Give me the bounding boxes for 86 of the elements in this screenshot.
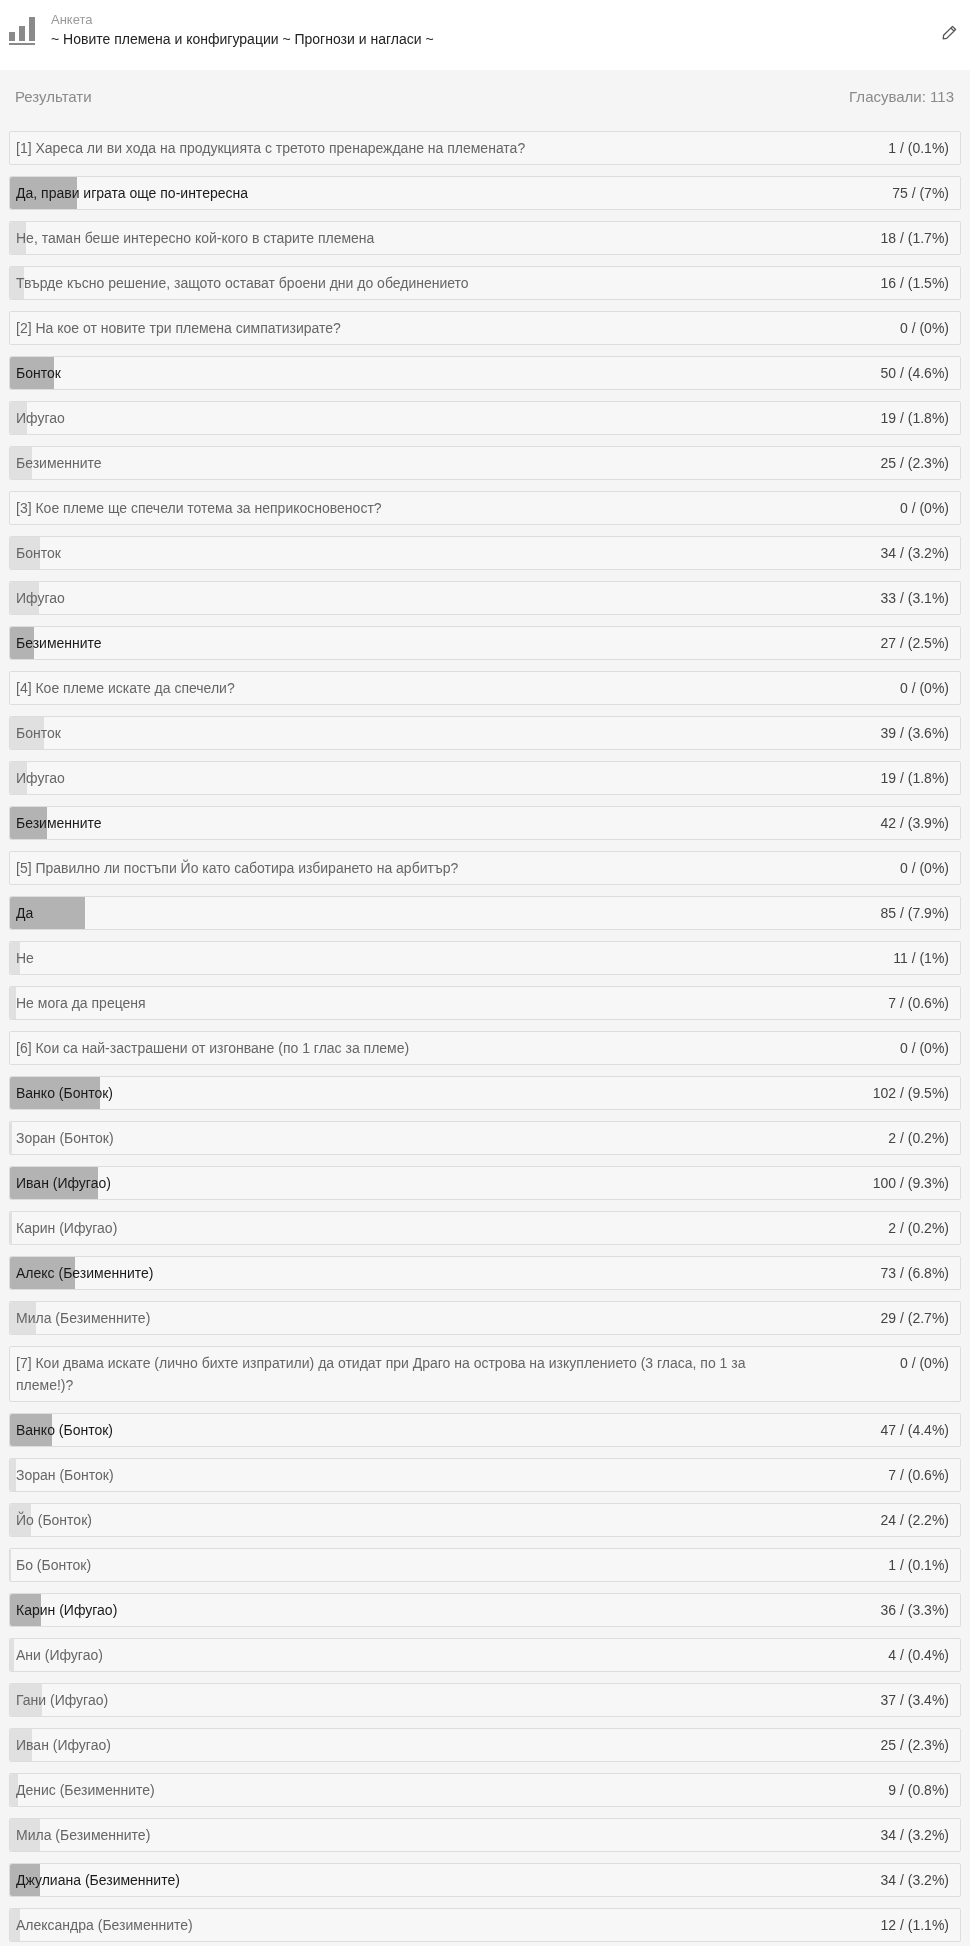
answer-label: Зоран (Бонток) [16,1466,114,1485]
answer-label: Бонток [16,364,61,383]
vote-count: 36 / (3.3%) [880,1601,949,1620]
vote-count: 85 / (7.9%) [880,904,949,923]
question-text: [3] Кое племе ще спечели тотема за неприкосновеност? [16,499,383,518]
answer-label: Ванко (Бонток) [16,1421,113,1440]
answer-label: Йо (Бонток) [16,1510,92,1530]
vote-count: 11 / (1%) [893,949,949,968]
question-text: [4] Кое племе искате да спечели? [16,679,236,698]
answer-label: Не мога да преценя [16,994,146,1013]
answer-label: Мила (Безименните) [16,1309,151,1328]
answer-label: Карин (Ифугао) [16,1219,118,1238]
bar-chart-icon [9,17,35,45]
vote-count: 75 / (7%) [892,184,949,203]
vote-count: 4 / (0.4%) [888,1646,949,1665]
answer-label: Алекс (Безименните) [16,1264,154,1283]
vote-count: 50 / (4.6%) [880,364,949,383]
vote-count: 0 / (0%) [900,319,949,338]
vote-count: 16 / (1.5%) [880,274,949,293]
answer-label: Ванко (Бонток) [16,1084,113,1103]
answer-label: Твърде късно решение, защото остават броени дни до обединението [16,274,469,293]
vote-count: 37 / (3.4%) [880,1691,949,1710]
question-text: [2] На кое от новите три племена симпатизирате? [16,319,342,338]
answer-label: Безименните [16,814,102,833]
answer-label: Бо (Бонток) [16,1556,92,1575]
answer-label: Да [16,904,34,923]
voters-count: Гласували: 113 [849,87,954,107]
question-text: [1] Хареса ли ви хода на продукцията с третото пренареждане на племената? [16,139,527,158]
answer-label: Зоран (Бонток) [16,1129,114,1148]
answer-label: Ифугао [16,589,65,608]
vote-count: 0 / (0%) [900,1354,949,1373]
vote-count: 0 / (0%) [900,679,949,698]
vote-count: 34 / (3.2%) [880,1871,949,1890]
answer-label: Бонток [16,544,61,563]
vote-count: 25 / (2.3%) [880,1736,949,1755]
answer-label: Иван (Ифугао) [16,1736,111,1755]
vote-count: 73 / (6.8%) [880,1264,949,1283]
vote-count: 102 / (9.5%) [872,1084,949,1103]
vote-count: 0 / (0%) [900,499,949,518]
answer-label: Мила (Безименните) [16,1826,151,1845]
vote-count: 100 / (9.3%) [872,1174,949,1193]
vote-count: 1 / (0.1%) [888,139,949,158]
vote-count: 0 / (0%) [900,859,949,878]
answer-label: Иван (Ифугао) [16,1174,111,1193]
answer-label: Ифугао [16,409,65,428]
vote-count: 19 / (1.8%) [880,409,949,428]
answer-label: Джулиана (Безименните) [16,1871,180,1890]
answer-label: Ифугао [16,769,65,788]
vote-count: 7 / (0.6%) [888,1466,949,1485]
vote-count: 0 / (0%) [900,1039,949,1058]
answer-label: Ани (Ифугао) [16,1646,103,1665]
results-heading: Результати [15,87,92,107]
vote-count: 39 / (3.6%) [880,724,949,743]
edit-icon[interactable] [942,25,957,40]
question-text: [6] Кои са най-застрашени от изгонване (по 1 глас за племе) [16,1039,411,1058]
answer-label: Карин (Ифугао) [16,1601,118,1620]
answer-label: Гани (Ифугао) [16,1691,109,1710]
vote-count: 12 / (1.1%) [880,1916,949,1935]
vote-count: 34 / (3.2%) [880,544,949,563]
vote-count: 1 / (0.1%) [888,1556,949,1575]
section-label: Анкета [51,11,93,28]
question-text: [5] Правилно ли постъпи Йо като саботира избирането на арбитър? [16,858,460,878]
vote-count: 29 / (2.7%) [880,1309,949,1328]
answer-label: Безименните [16,634,102,653]
vote-count: 24 / (2.2%) [880,1511,949,1530]
vote-count: 25 / (2.3%) [880,454,949,473]
vote-count: 19 / (1.8%) [880,769,949,788]
vote-count: 47 / (4.4%) [880,1421,949,1440]
answer-label: Бонток [16,724,61,743]
answer-label: Безименните [16,454,102,473]
answer-label: Денис (Безименните) [16,1781,155,1800]
answer-label: Не, таман беше интересно кой-кого в старите племена [16,229,375,248]
vote-count: 2 / (0.2%) [888,1219,949,1238]
vote-count: 7 / (0.6%) [888,994,949,1013]
answer-label: Не [16,949,34,968]
vote-count: 33 / (3.1%) [880,589,949,608]
poll-title: ~ Новите племена и конфигурации ~ Прогнози и нагласи ~ [51,30,434,49]
question-text: [7] Кои двама искате (лично бихте изпратили) да отидат при Драго на острова на изкуплението (3 гласа, по 1 за племе!)? [16,1354,747,1395]
vote-count: 2 / (0.2%) [888,1129,949,1148]
answer-label: Да, прави играта още по-интересна [16,184,248,203]
vote-count: 27 / (2.5%) [880,634,949,653]
vote-count: 42 / (3.9%) [880,814,949,833]
vote-count: 18 / (1.7%) [880,229,949,248]
vote-count: 9 / (0.8%) [888,1781,949,1800]
vote-count: 34 / (3.2%) [880,1826,949,1845]
answer-label: Александра (Безименните) [16,1916,193,1935]
